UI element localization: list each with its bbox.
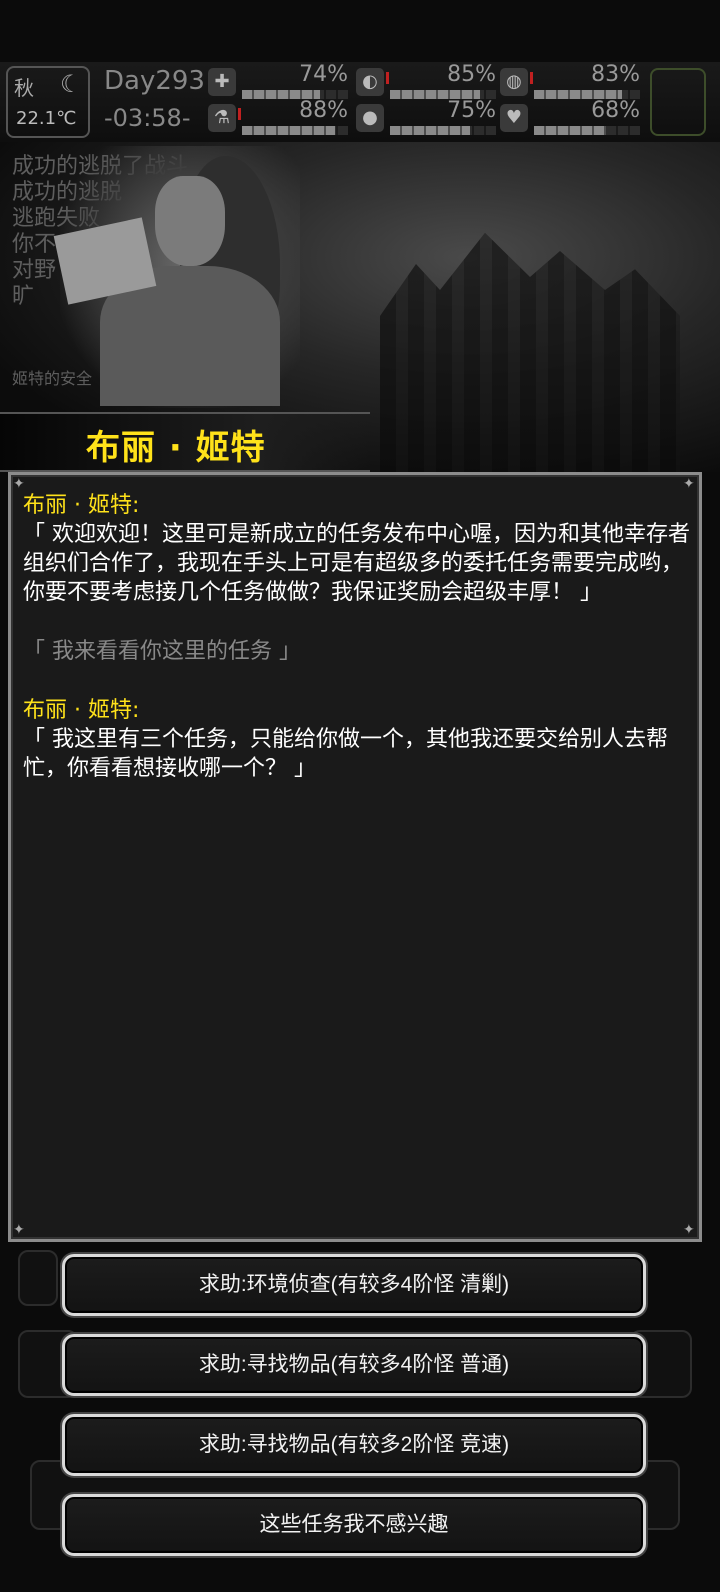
thirst-stat: ● 75% — [356, 98, 496, 136]
infection-stat: ⚗ 88% — [208, 98, 348, 136]
mood-stat: ♥ 68% — [500, 98, 640, 136]
medicine-value: 83% — [591, 62, 640, 87]
choice-button-recon[interactable]: 求助:环境侦查(有较多4阶怪 清剿) — [62, 1254, 646, 1316]
first-aid-icon: ✚ — [208, 68, 236, 96]
speaker-nameplate: 布丽 · 姬特 — [0, 412, 370, 472]
medicine-stat: ◍ 83% — [500, 62, 640, 100]
mood-bar — [534, 126, 640, 135]
season-label: 秋 — [14, 76, 34, 100]
dialog-box: ✦ ✦ ✦ ✦ 布丽 · 姬特: 「 欢迎欢迎！这里可是新成立的任务发布中心喔，… — [8, 472, 702, 1242]
dialog-transcript: 布丽 · 姬特: 「 欢迎欢迎！这里可是新成立的任务发布中心喔，因为和其他幸存者… — [23, 491, 691, 783]
clock-time: -03:58- — [104, 104, 191, 132]
choice-area: 求助:环境侦查(有较多4阶怪 清剿) 求助:寻找物品(有较多4阶怪 普通) 求助… — [0, 1250, 720, 1592]
corner-ornament: ✦ — [683, 476, 695, 492]
dialog-speaker-label: 布丽 · 姬特: — [23, 493, 140, 518]
pill-icon: ◍ — [500, 68, 528, 96]
moon-icon: ☾ — [60, 70, 82, 98]
health-value: 74% — [299, 62, 348, 87]
player-dialog-line: 「 我来看看你这里的任务 」 — [23, 639, 301, 664]
season-weather-panel[interactable]: 秋 ☾ 22.1℃ — [6, 66, 90, 138]
thirst-value: 75% — [447, 98, 496, 123]
choice-button-decline[interactable]: 这些任务我不感兴趣 — [62, 1494, 646, 1556]
water-drop-icon: ● — [356, 104, 384, 132]
ruined-building-image — [380, 232, 680, 472]
status-bar: 秋 ☾ 22.1℃ Day293 -03:58- ✚ 74% ◐ 85% ◍ 8… — [0, 62, 720, 142]
corner-ornament: ✦ — [683, 1222, 695, 1238]
infection-bar — [242, 126, 348, 135]
npc-dialog-line: 「 欢迎欢迎！这里可是新成立的任务发布中心喔，因为和其他幸存者组织们合作了，我现… — [23, 522, 690, 605]
stomach-icon: ◐ — [356, 68, 384, 96]
dialog-speaker-label: 布丽 · 姬特: — [23, 698, 140, 723]
menu-slot-button[interactable] — [650, 68, 706, 136]
heart-icon: ♥ — [500, 104, 528, 132]
corner-ornament: ✦ — [13, 1222, 25, 1238]
temperature-label: 22.1℃ — [16, 108, 77, 129]
speaker-name: 布丽 · 姬特 — [86, 428, 266, 468]
health-stat: ✚ 74% — [208, 62, 348, 100]
day-counter: Day293 — [104, 66, 205, 96]
choice-button-find-item-normal[interactable]: 求助:寻找物品(有较多4阶怪 普通) — [62, 1334, 646, 1396]
mood-value: 68% — [591, 98, 640, 123]
flask-icon: ⚗ — [208, 104, 236, 132]
hunger-stat: ◐ 85% — [356, 62, 496, 100]
corner-ornament: ✦ — [13, 476, 25, 492]
thirst-bar — [390, 126, 496, 135]
npc-portrait — [53, 146, 300, 408]
hunger-value: 85% — [447, 62, 496, 87]
hud-slot — [18, 1250, 58, 1306]
choice-button-find-item-race[interactable]: 求助:寻找物品(有较多2阶怪 竞速) — [62, 1414, 646, 1476]
infection-value: 88% — [299, 98, 348, 123]
npc-dialog-line: 「 我这里有三个任务，只能给你做一个，其他我还要交给别人去帮忙，你看看想接收哪一… — [23, 727, 668, 781]
